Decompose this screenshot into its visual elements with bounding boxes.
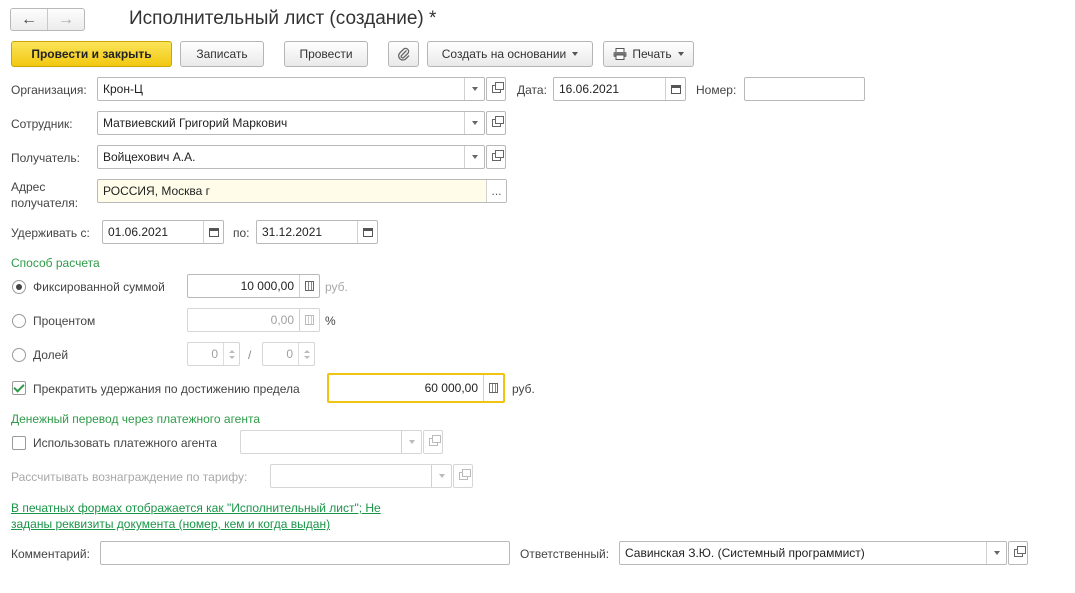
calendar-icon[interactable] bbox=[665, 78, 685, 100]
back-arrow-icon[interactable]: ← bbox=[11, 9, 47, 30]
employee-label: Сотрудник: bbox=[11, 117, 73, 131]
forward-arrow-icon[interactable]: → bbox=[47, 9, 84, 30]
open-agent-button bbox=[423, 430, 443, 454]
calculator-icon bbox=[299, 309, 319, 331]
date-field[interactable]: 16.06.2021 bbox=[553, 77, 686, 101]
post-button[interactable]: Провести bbox=[284, 41, 368, 67]
attach-button[interactable] bbox=[388, 41, 419, 67]
limit-label: Прекратить удержания по достижению преде… bbox=[33, 382, 300, 396]
percent-label: Процентом bbox=[33, 314, 96, 328]
printer-icon bbox=[613, 48, 627, 60]
post-and-close-button[interactable]: Провести и закрыть bbox=[11, 41, 172, 67]
recipient-label: Получатель: bbox=[11, 151, 80, 165]
spin-arrows-icon bbox=[298, 343, 314, 365]
agent-field[interactable] bbox=[240, 430, 422, 454]
withhold-from-field[interactable]: 01.06.2021 bbox=[102, 220, 224, 244]
dropdown-icon[interactable] bbox=[464, 112, 484, 134]
page-title: Исполнительный лист (создание) * bbox=[129, 8, 437, 29]
calendar-icon[interactable] bbox=[357, 221, 377, 243]
withhold-to-label: по: bbox=[233, 226, 250, 240]
open-responsible-button[interactable] bbox=[1008, 541, 1028, 565]
fixed-label: Фиксированной суммой bbox=[33, 280, 165, 294]
calculator-icon[interactable] bbox=[483, 375, 503, 401]
share-label: Долей bbox=[33, 348, 69, 362]
address-field[interactable]: РОССИЯ, Москва г ... bbox=[97, 179, 507, 203]
nav-buttons: ← → bbox=[10, 8, 85, 31]
spin-arrows-icon bbox=[223, 343, 239, 365]
open-recipient-button[interactable] bbox=[486, 145, 506, 169]
responsible-field[interactable]: Савинская З.Ю. (Системный программист) bbox=[619, 541, 1007, 565]
tariff-label: Рассчитывать вознаграждение по тарифу: bbox=[11, 470, 248, 484]
withhold-from-label: Удерживать с: bbox=[11, 226, 90, 240]
address-label-line1: Адрес bbox=[11, 180, 46, 194]
percent-field[interactable]: 0,00 bbox=[187, 308, 320, 332]
create-based-on-button[interactable]: Создать на основании bbox=[427, 41, 593, 67]
use-agent-label: Использовать платежного агента bbox=[33, 436, 217, 450]
share-radio[interactable] bbox=[12, 348, 26, 362]
open-window-icon bbox=[458, 469, 471, 480]
fixed-radio[interactable] bbox=[12, 280, 26, 294]
open-tariff-button bbox=[453, 464, 473, 488]
save-button[interactable]: Записать bbox=[180, 41, 264, 67]
use-agent-checkbox[interactable] bbox=[12, 436, 26, 450]
share-numerator-field[interactable]: 0 bbox=[187, 342, 240, 366]
number-field[interactable] bbox=[744, 77, 865, 101]
share-denominator-field[interactable]: 0 bbox=[262, 342, 315, 366]
open-window-icon bbox=[491, 82, 504, 93]
percent-unit: % bbox=[325, 314, 336, 328]
dropdown-icon[interactable] bbox=[464, 78, 484, 100]
fixed-unit: руб. bbox=[325, 280, 348, 294]
limit-checkbox[interactable] bbox=[12, 381, 26, 395]
dropdown-icon bbox=[401, 431, 421, 453]
ellipsis-icon[interactable]: ... bbox=[486, 180, 506, 202]
open-organization-button[interactable] bbox=[486, 77, 506, 101]
tariff-field[interactable] bbox=[270, 464, 452, 488]
limit-unit: руб. bbox=[512, 382, 535, 396]
agent-section-title: Денежный перевод через платежного агента bbox=[11, 412, 261, 426]
paperclip-icon bbox=[397, 47, 409, 61]
dropdown-icon bbox=[431, 465, 451, 487]
recipient-field[interactable]: Войцехович А.А. bbox=[97, 145, 485, 169]
open-window-icon bbox=[428, 435, 441, 446]
print-forms-link[interactable]: В печатных формах отображается как "Испо… bbox=[11, 500, 431, 532]
calculator-icon[interactable] bbox=[299, 275, 319, 297]
open-window-icon bbox=[491, 116, 504, 127]
print-button[interactable]: Печать bbox=[603, 41, 694, 67]
open-employee-button[interactable] bbox=[486, 111, 506, 135]
fixed-amount-field[interactable]: 10 000,00 bbox=[187, 274, 320, 298]
dropdown-icon[interactable] bbox=[464, 146, 484, 168]
comment-field[interactable] bbox=[100, 541, 510, 565]
number-label: Номер: bbox=[696, 83, 737, 97]
share-separator: / bbox=[248, 348, 252, 362]
open-window-icon bbox=[491, 150, 504, 161]
open-window-icon bbox=[1013, 546, 1026, 557]
employee-field[interactable]: Матвиевский Григорий Маркович bbox=[97, 111, 485, 135]
organization-field[interactable]: Крон-Ц bbox=[97, 77, 485, 101]
organization-label: Организация: bbox=[11, 83, 87, 97]
dropdown-caret-icon bbox=[677, 52, 684, 56]
comment-label: Комментарий: bbox=[11, 547, 90, 561]
address-label-line2: получателя: bbox=[11, 196, 79, 210]
calendar-icon[interactable] bbox=[203, 221, 223, 243]
percent-radio[interactable] bbox=[12, 314, 26, 328]
dropdown-icon[interactable] bbox=[986, 542, 1006, 564]
calc-section-title: Способ расчета bbox=[11, 256, 100, 270]
responsible-label: Ответственный: bbox=[520, 547, 610, 561]
date-label: Дата: bbox=[517, 83, 547, 97]
withhold-to-field[interactable]: 31.12.2021 bbox=[256, 220, 378, 244]
dropdown-caret-icon bbox=[572, 52, 579, 56]
limit-amount-field[interactable]: 60 000,00 bbox=[327, 373, 505, 403]
